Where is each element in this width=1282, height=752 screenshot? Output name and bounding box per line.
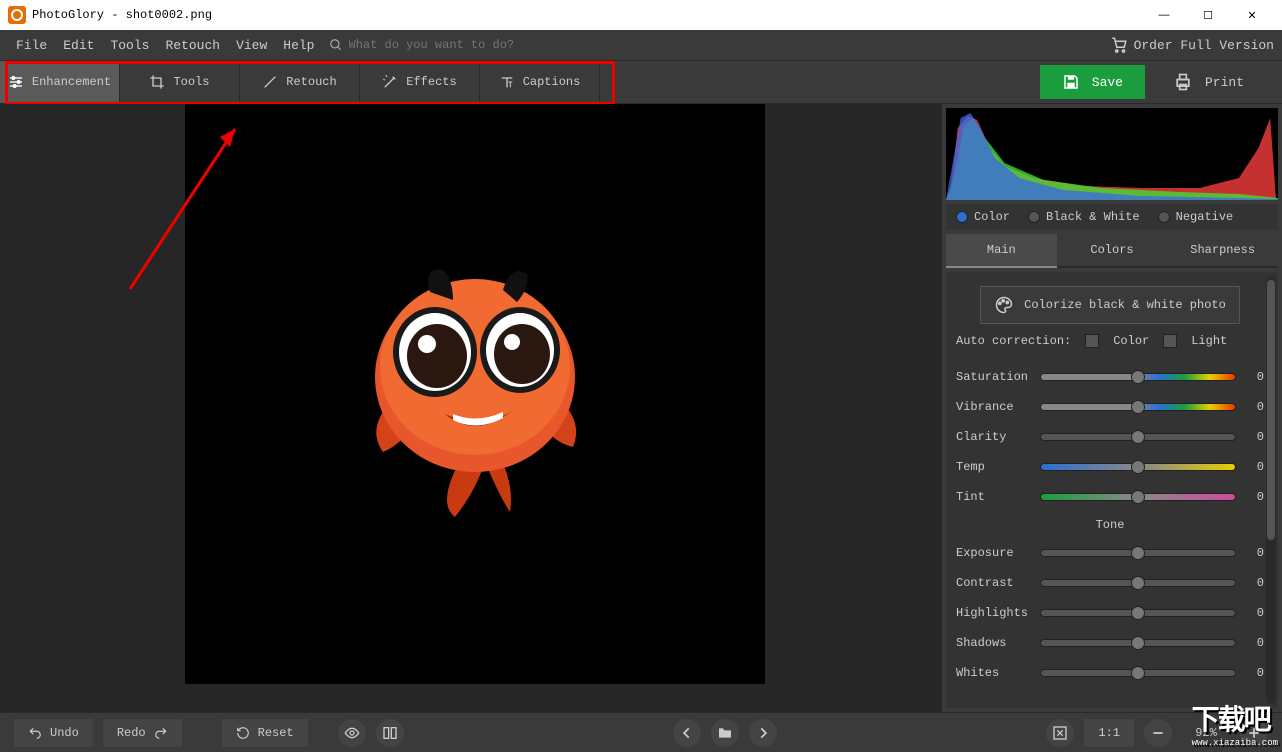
slider-saturation: Saturation0	[956, 362, 1264, 392]
histogram	[946, 108, 1278, 200]
tab-toolbar: Enhancement Tools Retouch Effects Captio…	[0, 60, 1282, 104]
undo-icon	[28, 726, 42, 740]
slider-highlights: Highlights0	[956, 598, 1264, 628]
auto-correction-row: Auto correction: Color Light	[956, 334, 1264, 348]
eye-icon	[344, 725, 360, 741]
tab-enhancement[interactable]: Enhancement	[0, 61, 120, 103]
save-icon	[1062, 73, 1080, 91]
slider-exposure: Exposure0	[956, 538, 1264, 568]
temp-track[interactable]	[1040, 463, 1236, 471]
fish-image	[335, 242, 615, 522]
tab-effects[interactable]: Effects	[360, 61, 480, 103]
slider-shadows: Shadows0	[956, 628, 1264, 658]
compare-icon	[382, 725, 398, 741]
slider-whites: Whites0	[956, 658, 1264, 688]
minus-icon	[1151, 726, 1165, 740]
maximize-button[interactable]: ☐	[1186, 0, 1230, 30]
cart-icon	[1110, 36, 1128, 54]
menu-retouch[interactable]: Retouch	[157, 34, 228, 57]
titlebar: PhotoGlory - shot0002.png — ☐ ✕	[0, 0, 1282, 30]
folder-icon	[717, 725, 733, 741]
preview-toggle[interactable]	[338, 719, 366, 747]
menu-help[interactable]: Help	[275, 34, 322, 57]
radio-negative[interactable]: Negative	[1158, 210, 1234, 224]
canvas-area[interactable]	[0, 104, 942, 712]
side-panel: Color Black & White Negative Main Colors…	[942, 104, 1282, 712]
browse-folder-button[interactable]	[711, 719, 739, 747]
slider-clarity: Clarity0	[956, 422, 1264, 452]
next-image-button[interactable]	[749, 719, 777, 747]
subtab-sharpness[interactable]: Sharpness	[1167, 234, 1278, 268]
menu-tools[interactable]: Tools	[102, 34, 157, 57]
menu-edit[interactable]: Edit	[55, 34, 102, 57]
whites-track[interactable]	[1040, 669, 1236, 677]
close-button[interactable]: ✕	[1230, 0, 1274, 30]
shadows-track[interactable]	[1040, 639, 1236, 647]
fit-screen-button[interactable]	[1046, 719, 1074, 747]
bottombar: Undo Redo Reset 1:1 92%	[0, 712, 1282, 752]
redo-icon	[154, 726, 168, 740]
app-icon	[8, 6, 26, 24]
minimize-button[interactable]: —	[1142, 0, 1186, 30]
magic-wand-icon	[382, 74, 398, 90]
subtabs: Main Colors Sharpness	[946, 234, 1278, 268]
window-title: PhotoGlory - shot0002.png	[32, 8, 212, 22]
menu-view[interactable]: View	[228, 34, 275, 57]
saturation-track[interactable]	[1040, 373, 1236, 381]
chevron-right-icon	[756, 726, 770, 740]
order-label: Order Full Version	[1134, 38, 1274, 53]
zoom-in-button[interactable]	[1240, 719, 1268, 747]
tab-retouch[interactable]: Retouch	[240, 61, 360, 103]
menu-file[interactable]: File	[8, 34, 55, 57]
save-button[interactable]: Save	[1040, 65, 1145, 99]
subtab-main[interactable]: Main	[946, 234, 1057, 268]
vibrance-track[interactable]	[1040, 403, 1236, 411]
print-button[interactable]: Print	[1155, 65, 1262, 99]
search-input[interactable]	[349, 38, 529, 52]
reset-button[interactable]: Reset	[222, 719, 308, 747]
image-canvas	[185, 104, 765, 684]
order-full-version[interactable]: Order Full Version	[1110, 36, 1274, 54]
crop-icon	[149, 74, 165, 90]
exposure-track[interactable]	[1040, 549, 1236, 557]
tone-label: Tone	[956, 518, 1264, 532]
printer-icon	[1173, 72, 1193, 92]
tab-captions[interactable]: Captions	[480, 61, 600, 103]
colorize-button[interactable]: Colorize black & white photo	[980, 286, 1240, 324]
plus-icon	[1247, 726, 1261, 740]
redo-button[interactable]: Redo	[103, 719, 182, 747]
checkbox-auto-color[interactable]	[1085, 334, 1099, 348]
menubar: File Edit Tools Retouch View Help Order …	[0, 30, 1282, 60]
undo-button[interactable]: Undo	[14, 719, 93, 747]
zoom-level: 92%	[1182, 726, 1230, 740]
radio-bw[interactable]: Black & White	[1028, 210, 1140, 224]
slider-tint: Tint0	[956, 482, 1264, 512]
reset-icon	[236, 726, 250, 740]
tab-tools[interactable]: Tools	[120, 61, 240, 103]
tint-track[interactable]	[1040, 493, 1236, 501]
subtab-colors[interactable]: Colors	[1057, 234, 1168, 268]
highlights-track[interactable]	[1040, 609, 1236, 617]
compare-button[interactable]	[376, 719, 404, 747]
slider-vibrance: Vibrance0	[956, 392, 1264, 422]
actual-size-button[interactable]: 1:1	[1084, 719, 1134, 747]
fit-icon	[1052, 725, 1068, 741]
sliders-icon	[8, 74, 24, 90]
prev-image-button[interactable]	[673, 719, 701, 747]
brush-icon	[262, 74, 278, 90]
radio-color[interactable]: Color	[956, 210, 1010, 224]
slider-contrast: Contrast0	[956, 568, 1264, 598]
controls-pane: Colorize black & white photo Auto correc…	[946, 272, 1278, 708]
clarity-track[interactable]	[1040, 433, 1236, 441]
palette-icon	[994, 295, 1014, 315]
zoom-out-button[interactable]	[1144, 719, 1172, 747]
search-icon	[329, 38, 343, 52]
colormode-row: Color Black & White Negative	[946, 204, 1278, 230]
scrollbar[interactable]	[1266, 276, 1276, 704]
slider-temp: Temp0	[956, 452, 1264, 482]
contrast-track[interactable]	[1040, 579, 1236, 587]
text-icon	[499, 74, 515, 90]
chevron-left-icon	[680, 726, 694, 740]
checkbox-auto-light[interactable]	[1163, 334, 1177, 348]
